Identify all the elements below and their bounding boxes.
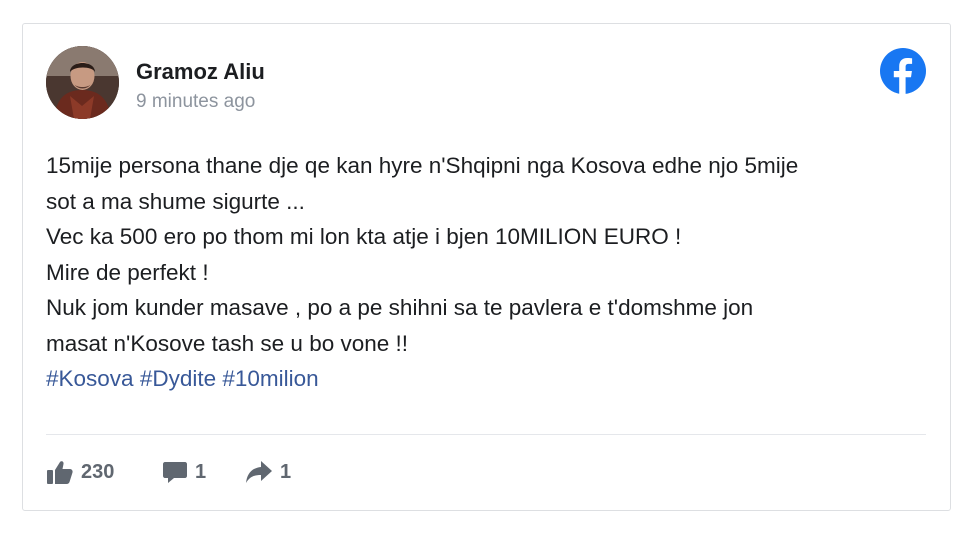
comment-count-button[interactable]: 1 xyxy=(163,459,206,485)
post-body-line: Mire de perfekt ! xyxy=(46,259,209,285)
hashtag-dydite[interactable]: #Dydite xyxy=(140,366,216,391)
hashtag-list: #Kosova #Dydite #10milion xyxy=(46,361,936,397)
share-arrow-icon xyxy=(246,461,272,483)
thumbs-up-icon xyxy=(47,460,73,484)
post-body-line: Nuk jom kunder masave , po a pe shihni s… xyxy=(46,295,754,320)
comment-count: 1 xyxy=(195,460,207,483)
like-count-button[interactable]: 230 xyxy=(47,459,114,485)
post-body-line: 15mije persona thane dje qe kan hyre n'S… xyxy=(46,153,799,178)
avatar[interactable] xyxy=(46,46,119,119)
facebook-icon[interactable] xyxy=(880,48,926,94)
hashtag-10milion[interactable]: #10milion xyxy=(222,366,318,391)
share-count-button[interactable]: 1 xyxy=(246,459,291,485)
hashtag-kosova[interactable]: #Kosova xyxy=(46,366,134,391)
post-body: 15mije persona thane dje qe kan hyre n'S… xyxy=(46,148,936,397)
divider xyxy=(46,434,926,435)
post-body-line: sot a ma shume sigurte ... xyxy=(46,188,305,214)
post-card: Gramoz Aliu 9 minutes ago 15mije persona… xyxy=(22,23,951,511)
avatar-photo xyxy=(46,46,119,119)
author-name[interactable]: Gramoz Aliu xyxy=(136,59,265,85)
post-timestamp[interactable]: 9 minutes ago xyxy=(136,91,255,113)
like-count: 230 xyxy=(81,460,115,483)
post-body-line: Vec ka 500 ero po thom mi lon kta atje i… xyxy=(46,224,682,249)
comment-icon xyxy=(163,460,187,484)
share-count: 1 xyxy=(280,460,292,483)
post-body-line: masat n'Kosove tash se u bo vone !! xyxy=(46,330,409,356)
